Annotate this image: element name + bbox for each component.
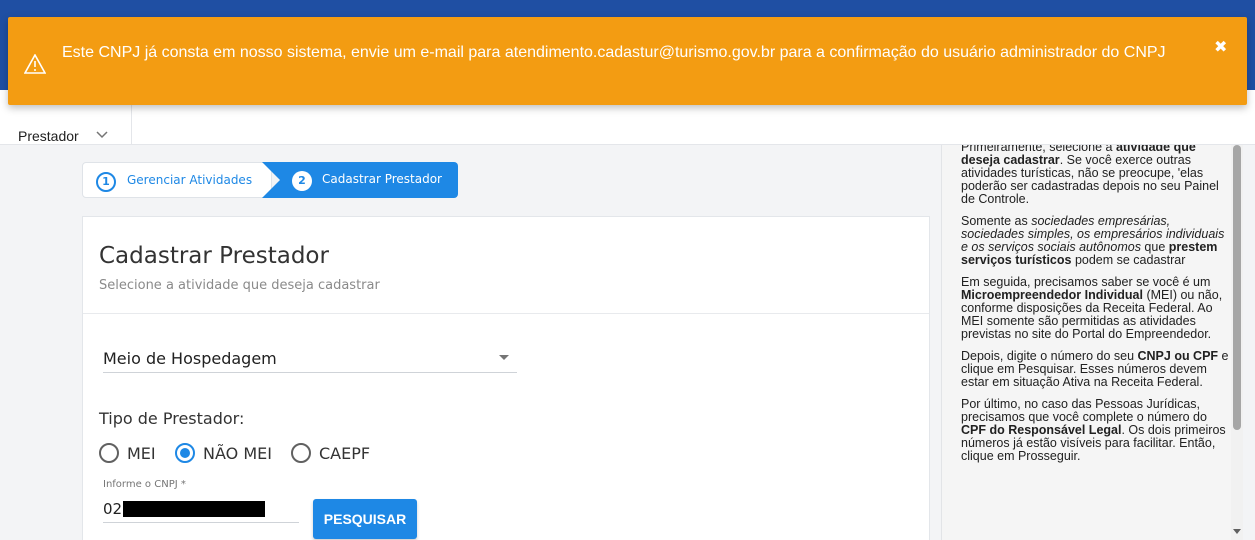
divider	[83, 313, 929, 314]
step-label: Gerenciar Atividades	[127, 173, 253, 187]
help-paragraph: Em seguida, precisamos saber se você é u…	[961, 275, 1223, 341]
prestador-menu-label: Prestador	[18, 128, 79, 144]
caret-down-icon	[499, 355, 509, 360]
step-gerenciar-atividades[interactable]: 1 Gerenciar Atividades	[82, 162, 272, 198]
help-paragraph: Primeiramente, selecione a atividade que…	[961, 145, 1219, 206]
chevron-down-icon	[96, 131, 108, 139]
radio-label: MEI	[127, 444, 156, 463]
close-icon[interactable]: ✖	[1214, 37, 1227, 56]
radio-circle	[175, 443, 195, 463]
step-number: 1	[96, 172, 116, 192]
help-paragraph: Por último, no caso das Pessoas Jurídica…	[961, 397, 1226, 463]
alert-message: Este CNPJ já consta em nosso sistema, en…	[62, 44, 1166, 61]
scroll-down-icon[interactable]	[1233, 529, 1241, 534]
step-cadastrar-prestador[interactable]: 2 Cadastrar Prestador	[262, 162, 458, 198]
step-label: Cadastrar Prestador	[322, 172, 442, 186]
step-number: 2	[292, 171, 312, 191]
warning-icon	[24, 54, 46, 74]
sidebar-scrollbar[interactable]	[1231, 145, 1243, 540]
radio-label: NÃO MEI	[203, 444, 272, 463]
stepper: 1 Gerenciar Atividades 2 Cadastrar Prest…	[82, 162, 458, 198]
help-sidebar: Primeiramente, selecione a atividade que…	[941, 145, 1243, 540]
page-title: Cadastrar Prestador	[99, 243, 329, 269]
warning-alert: Este CNPJ já consta em nosso sistema, en…	[8, 17, 1247, 105]
redaction-box	[123, 501, 265, 517]
radio-circle	[99, 443, 119, 463]
pesquisar-button[interactable]: PESQUISAR	[313, 499, 417, 539]
radio-circle	[291, 443, 311, 463]
scrollbar-thumb[interactable]	[1233, 145, 1241, 430]
tipo-prestador-label: Tipo de Prestador:	[99, 409, 245, 428]
radio-label: CAEPF	[319, 444, 371, 463]
activity-select-value: Meio de Hospedagem	[103, 349, 277, 368]
help-paragraph: Somente as sociedades empresárias, socie…	[961, 214, 1225, 267]
form-card: Cadastrar Prestador Selecione a atividad…	[82, 216, 930, 540]
activity-select[interactable]: Meio de Hospedagem	[103, 343, 517, 373]
cnpj-field-label: Informe o CNPJ *	[103, 479, 186, 490]
page-subtitle: Selecione a atividade que deseja cadastr…	[99, 278, 380, 293]
help-paragraph: Depois, digite o número do seu CNPJ ou C…	[961, 349, 1229, 389]
